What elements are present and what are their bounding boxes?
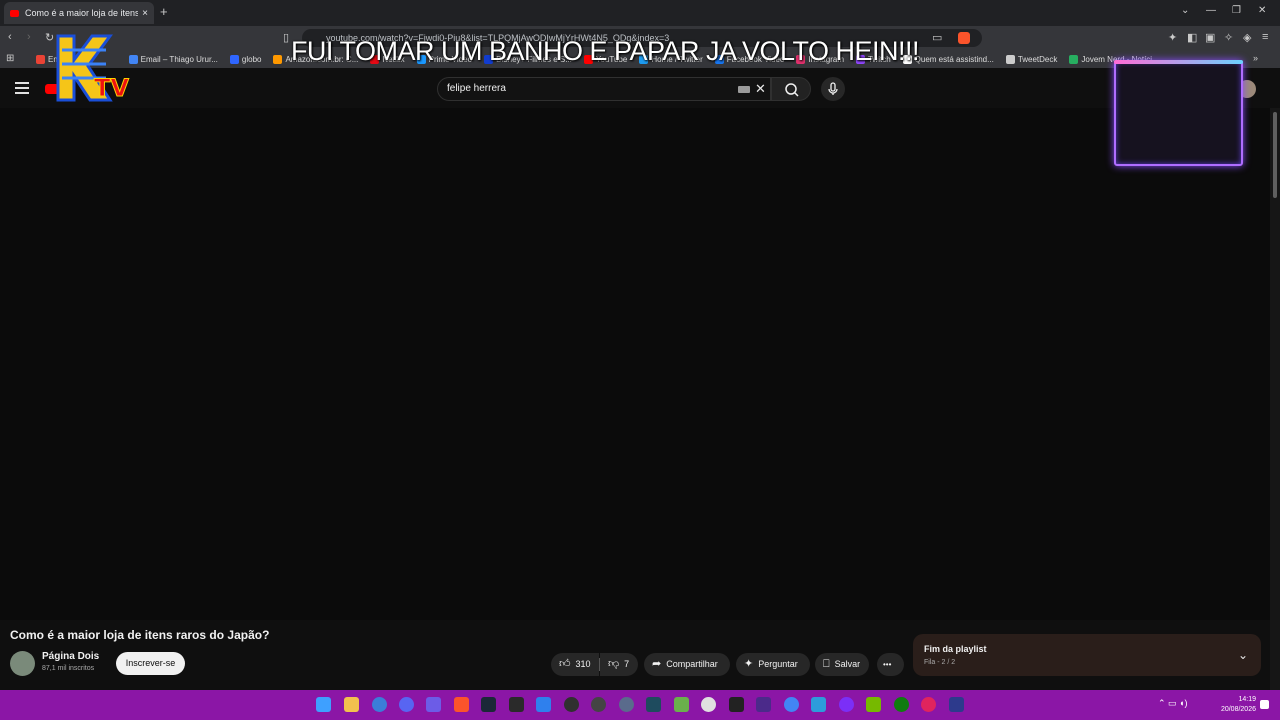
steam-icon[interactable] [481, 697, 496, 712]
visual-studio-icon[interactable] [839, 697, 854, 712]
subscribe-button[interactable]: Inscrever-se [116, 652, 185, 675]
clock[interactable]: 14:19 20/08/2026 [1208, 695, 1256, 715]
share-button[interactable]: ➦ Compartilhar [644, 653, 730, 676]
leo-ai-icon[interactable]: ✧ [1224, 31, 1233, 44]
settings-icon[interactable] [619, 697, 634, 712]
qbittorrent-icon[interactable] [372, 697, 387, 712]
terminal-icon[interactable] [646, 697, 661, 712]
chrome-icon[interactable] [784, 697, 799, 712]
save-button[interactable]: ⎕ Salvar [815, 653, 869, 676]
clock-date: 20/08/2026 [1220, 706, 1256, 713]
thumbs-up-icon: 👍︎ [559, 658, 571, 670]
windows-start-icon[interactable] [316, 697, 331, 712]
new-tab-button[interactable]: + [160, 4, 168, 19]
forward-icon[interactable]: › [27, 31, 31, 43]
app-icon[interactable] [426, 697, 441, 712]
taskbar [0, 690, 1280, 720]
chevron-down-icon[interactable]: ⌄ [1238, 648, 1248, 662]
back-icon[interactable]: ‹ [8, 31, 12, 43]
notification-icon[interactable] [1260, 700, 1269, 709]
more-icon: ••• [883, 660, 892, 669]
bookmark-add-icon: ⎕ [823, 658, 830, 670]
extensions-icon[interactable]: ✦ [1168, 31, 1177, 44]
tab-strip [0, 0, 1280, 26]
search-button[interactable] [771, 77, 811, 101]
keyboard-icon[interactable] [738, 86, 750, 93]
thumbs-down-icon: 👎︎ [608, 658, 620, 670]
playlist-panel[interactable] [913, 634, 1261, 676]
more-bookmarks-icon[interactable]: » [1253, 53, 1258, 63]
r-app-icon[interactable] [949, 697, 964, 712]
obs-studio-icon[interactable] [591, 697, 606, 712]
minimize-icon[interactable]: — [1206, 5, 1216, 16]
video-title: Como é a maior loja de itens raros do Ja… [10, 628, 270, 642]
nvidia-icon[interactable] [866, 697, 881, 712]
discord-icon[interactable] [399, 697, 414, 712]
webcam-frame [1114, 60, 1243, 166]
more-actions-button[interactable]: ••• [877, 653, 904, 676]
vpn-icon[interactable]: ◈ [1243, 31, 1251, 44]
search-icon [785, 83, 799, 97]
scrollbar-thumb[interactable] [1273, 112, 1277, 198]
apps-grid-icon[interactable]: ⊞ [6, 53, 14, 64]
sparkle-icon: ✦ [744, 658, 754, 670]
ccleaner-icon[interactable] [701, 697, 716, 712]
bookmark-item[interactable]: TweetDeck [1005, 54, 1057, 64]
sidebar-icon[interactable]: ◧ [1187, 31, 1197, 44]
video-player[interactable] [0, 108, 1270, 620]
ktv-logo: TV [56, 34, 130, 103]
search-input[interactable]: felipe herrera [437, 77, 771, 101]
tab-title: Como é a maior loja de itens raros [25, 8, 139, 18]
voice-search-button[interactable] [821, 77, 845, 101]
clear-search-icon[interactable]: ✕ [755, 81, 766, 97]
spotify-icon[interactable] [921, 697, 936, 712]
tab-close-icon[interactable]: × [142, 8, 148, 19]
youtube-favicon-icon [10, 9, 19, 17]
notepad-icon[interactable] [674, 697, 689, 712]
maximize-icon[interactable]: ❐ [1232, 5, 1241, 16]
close-window-icon[interactable]: ✕ [1258, 5, 1266, 16]
system-tray[interactable]: ⌃ ▭ ◖) [1158, 698, 1187, 709]
obs-icon[interactable] [564, 697, 579, 712]
channel-avatar[interactable] [10, 651, 35, 676]
wallet-icon[interactable]: ▣ [1205, 31, 1215, 44]
like-button[interactable]: 👍︎ 310 [551, 653, 599, 676]
epic-games-icon[interactable] [509, 697, 524, 712]
playlist-title: Fim da playlist [924, 644, 987, 654]
file-explorer-icon[interactable] [344, 697, 359, 712]
xbox-icon[interactable] [894, 697, 909, 712]
bookmark-item[interactable]: globo [229, 54, 261, 64]
vscode-icon[interactable] [536, 697, 551, 712]
vpn-app-icon[interactable] [811, 697, 826, 712]
hamburger-menu-icon[interactable] [15, 82, 29, 97]
share-icon: ➦ [652, 658, 662, 670]
browser-tab[interactable]: Como é a maior loja de itens raros × [4, 2, 154, 24]
stream-overlay-text: FUI TOMAR UM BANHO E PAPAR JA VOLTO HEIN… [290, 36, 920, 66]
playlist-position: Fila - 2 / 2 [924, 659, 956, 666]
ask-button[interactable]: ✦ Perguntar [736, 653, 810, 676]
menu-icon[interactable]: ≡ [1262, 31, 1268, 43]
brave-icon[interactable] [454, 697, 469, 712]
bookmark-item[interactable]: Email – Thiago Urur... [128, 54, 218, 64]
clock-time: 14:19 [1238, 696, 1256, 703]
ktv-logo-text: TV [94, 74, 129, 102]
channel-name[interactable]: Página Dois [42, 651, 99, 662]
subscriber-count: 87,1 mil inscritos [42, 665, 95, 672]
dev-app-icon[interactable] [729, 697, 744, 712]
dislike-button[interactable]: 👎︎ 7 [600, 653, 638, 676]
tab-search-icon[interactable]: ⌄ [1181, 5, 1189, 16]
brave-shield-icon[interactable] [958, 32, 970, 44]
xbox-nvidia-icon[interactable] [756, 697, 771, 712]
microphone-icon [828, 82, 838, 95]
